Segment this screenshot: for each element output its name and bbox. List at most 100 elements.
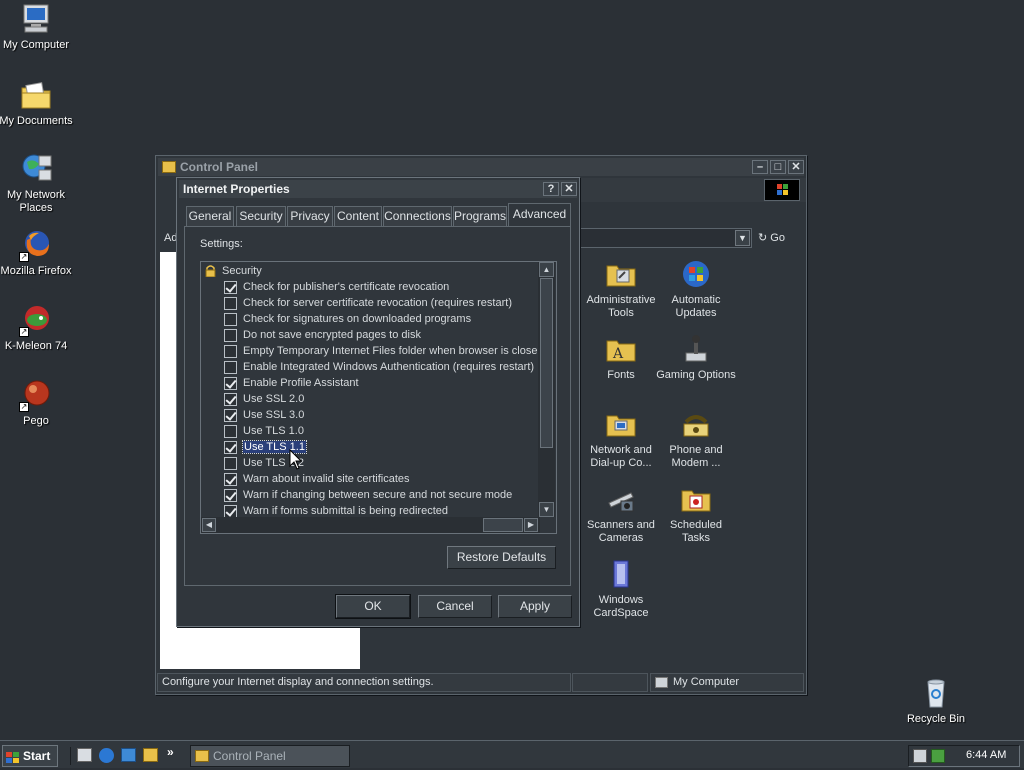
internet-properties-title-bar[interactable]: Internet Properties ? ✕: [179, 180, 577, 198]
vertical-scroll-thumb[interactable]: [540, 278, 553, 448]
windows-logo-icon: [764, 179, 800, 201]
more-chevron-icon[interactable]: »: [167, 745, 174, 759]
desktop-icon-recycle-bin[interactable]: Recycle Bin: [898, 676, 974, 726]
maximize-button[interactable]: □: [770, 160, 786, 174]
desktop-icon-label: My Computer: [2, 39, 70, 51]
start-button[interactable]: Start: [2, 745, 58, 767]
address-dropdown-button[interactable]: ▼: [735, 230, 750, 246]
security-option-row[interactable]: Enable Integrated Windows Authentication…: [224, 359, 534, 375]
security-option-row[interactable]: Use TLS 1.0: [224, 423, 304, 439]
security-option-label: Check for server certificate revocation …: [243, 297, 512, 309]
network-dialup-icon: [605, 408, 637, 440]
security-tray-icon[interactable]: [931, 749, 945, 763]
clock: 6:44 AM: [966, 749, 1007, 761]
checkbox-checked[interactable]: [224, 392, 237, 406]
tab-connections[interactable]: Connections: [383, 206, 452, 226]
security-option-row[interactable]: Check for server certificate revocation …: [224, 295, 512, 311]
tab-content[interactable]: Content: [334, 206, 382, 226]
checkbox-unchecked[interactable]: [224, 456, 237, 470]
desktop-icon-my-documents[interactable]: My Documents: [0, 78, 74, 128]
settings-tree-list[interactable]: Security Check for publisher's certifica…: [200, 261, 557, 534]
show-desktop-icon[interactable]: [77, 748, 92, 762]
security-option-row[interactable]: Do not save encrypted pages to disk: [224, 327, 421, 343]
mouse-cursor-icon: [289, 448, 303, 471]
security-option-label: Use SSL 2.0: [243, 393, 305, 405]
control-panel-title-bar[interactable]: Control Panel – □ ✕: [158, 158, 804, 176]
tab-advanced[interactable]: Advanced: [508, 203, 571, 227]
tab-general[interactable]: General: [186, 206, 234, 226]
checkbox-unchecked[interactable]: [224, 360, 237, 374]
internet-explorer-icon[interactable]: [99, 748, 114, 763]
security-option-label: Enable Integrated Windows Authentication…: [243, 361, 535, 373]
checkbox-checked[interactable]: [224, 504, 237, 518]
ok-button[interactable]: OK: [335, 594, 411, 619]
security-option-row[interactable]: Warn if changing between secure and not …: [224, 487, 512, 503]
shortcut-arrow-icon: ↗: [19, 252, 29, 262]
checkbox-unchecked[interactable]: [224, 296, 237, 310]
cp-item-scheduled-tasks[interactable]: Scheduled Tasks: [656, 483, 736, 545]
checkbox-checked[interactable]: [224, 440, 237, 454]
desktop-icon-k-meleon[interactable]: ↗ K-Meleon 74: [0, 303, 74, 353]
cp-item-network-dialup[interactable]: Network and Dial-up Co...: [581, 408, 661, 470]
security-option-row[interactable]: Use SSL 2.0: [224, 391, 304, 407]
tab-programs[interactable]: Programs: [453, 206, 507, 226]
checkbox-unchecked[interactable]: [224, 328, 237, 342]
cp-item-scanners-cameras[interactable]: Scanners and Cameras: [581, 483, 661, 545]
scroll-left-arrow-icon[interactable]: ◀: [202, 518, 216, 532]
cp-item-windows-cardspace[interactable]: Windows CardSpace: [581, 558, 661, 620]
taskbar-button-control-panel[interactable]: Control Panel: [190, 745, 350, 767]
cp-item-label: Windows CardSpace: [593, 594, 649, 619]
desktop-icon-mozilla-firefox[interactable]: ↗ Mozilla Firefox: [0, 228, 74, 278]
status-bar-text: Configure your Internet display and conn…: [157, 673, 571, 692]
go-button[interactable]: ↻ Go: [758, 230, 798, 246]
checkbox-checked[interactable]: [224, 408, 237, 422]
scroll-down-arrow-icon[interactable]: ▼: [539, 502, 554, 517]
checkbox-unchecked[interactable]: [224, 344, 237, 358]
outlook-express-icon[interactable]: [121, 748, 136, 762]
tab-privacy[interactable]: Privacy: [287, 206, 333, 226]
security-option-row[interactable]: Enable Profile Assistant: [224, 375, 359, 391]
fonts-icon: A: [605, 333, 637, 365]
apply-button[interactable]: Apply: [498, 595, 572, 618]
address-bar[interactable]: [578, 228, 752, 248]
desktop-icon-my-computer[interactable]: My Computer: [0, 2, 74, 52]
checkbox-checked[interactable]: [224, 376, 237, 390]
checkbox-unchecked[interactable]: [224, 424, 237, 438]
shortcut-arrow-icon: ↗: [19, 402, 29, 412]
tab-security[interactable]: Security: [236, 206, 286, 226]
cp-item-gaming-options[interactable]: Gaming Options: [656, 333, 736, 382]
minimize-button[interactable]: –: [752, 160, 768, 174]
security-option-label: Do not save encrypted pages to disk: [243, 329, 421, 341]
security-option-row[interactable]: Empty Temporary Internet Files folder wh…: [224, 343, 544, 359]
security-option-row[interactable]: Use SSL 3.0: [224, 407, 304, 423]
restore-defaults-button[interactable]: Restore Defaults: [447, 546, 556, 569]
search-icon[interactable]: [143, 748, 158, 762]
control-panel-title: Control Panel: [180, 160, 259, 174]
close-button[interactable]: ✕: [561, 182, 577, 196]
desktop-icon-pego[interactable]: ↗ Pego: [0, 378, 74, 428]
cp-item-fonts[interactable]: A Fonts: [581, 333, 661, 382]
help-button[interactable]: ?: [543, 182, 559, 196]
close-button[interactable]: ✕: [788, 160, 804, 174]
checkbox-checked[interactable]: [224, 280, 237, 294]
security-option-label: Warn if changing between secure and not …: [243, 489, 513, 501]
security-option-row[interactable]: Check for signatures on downloaded progr…: [224, 311, 471, 327]
go-label: Go: [770, 232, 785, 244]
pego-icon: ↗: [19, 378, 53, 412]
checkbox-checked[interactable]: [224, 488, 237, 502]
cp-item-phone-modem[interactable]: Phone and Modem ...: [656, 408, 736, 470]
network-tray-icon[interactable]: [913, 749, 927, 763]
scroll-up-arrow-icon[interactable]: ▲: [539, 262, 554, 277]
cp-item-administrative-tools[interactable]: Administrative Tools: [581, 258, 661, 320]
network-places-icon: [19, 152, 53, 186]
cancel-button[interactable]: Cancel: [418, 595, 492, 618]
desktop-icon-my-network-places[interactable]: My Network Places: [0, 152, 74, 215]
security-option-row[interactable]: Check for publisher's certificate revoca…: [224, 279, 449, 295]
checkbox-checked[interactable]: [224, 472, 237, 486]
horizontal-scroll-thumb[interactable]: [483, 518, 523, 532]
security-option-row[interactable]: Warn about invalid site certificates: [224, 471, 410, 487]
checkbox-unchecked[interactable]: [224, 312, 237, 326]
cp-item-automatic-updates[interactable]: Automatic Updates: [656, 258, 736, 320]
scroll-right-arrow-icon[interactable]: ▶: [524, 518, 538, 532]
cp-item-label: Fonts: [607, 369, 635, 381]
